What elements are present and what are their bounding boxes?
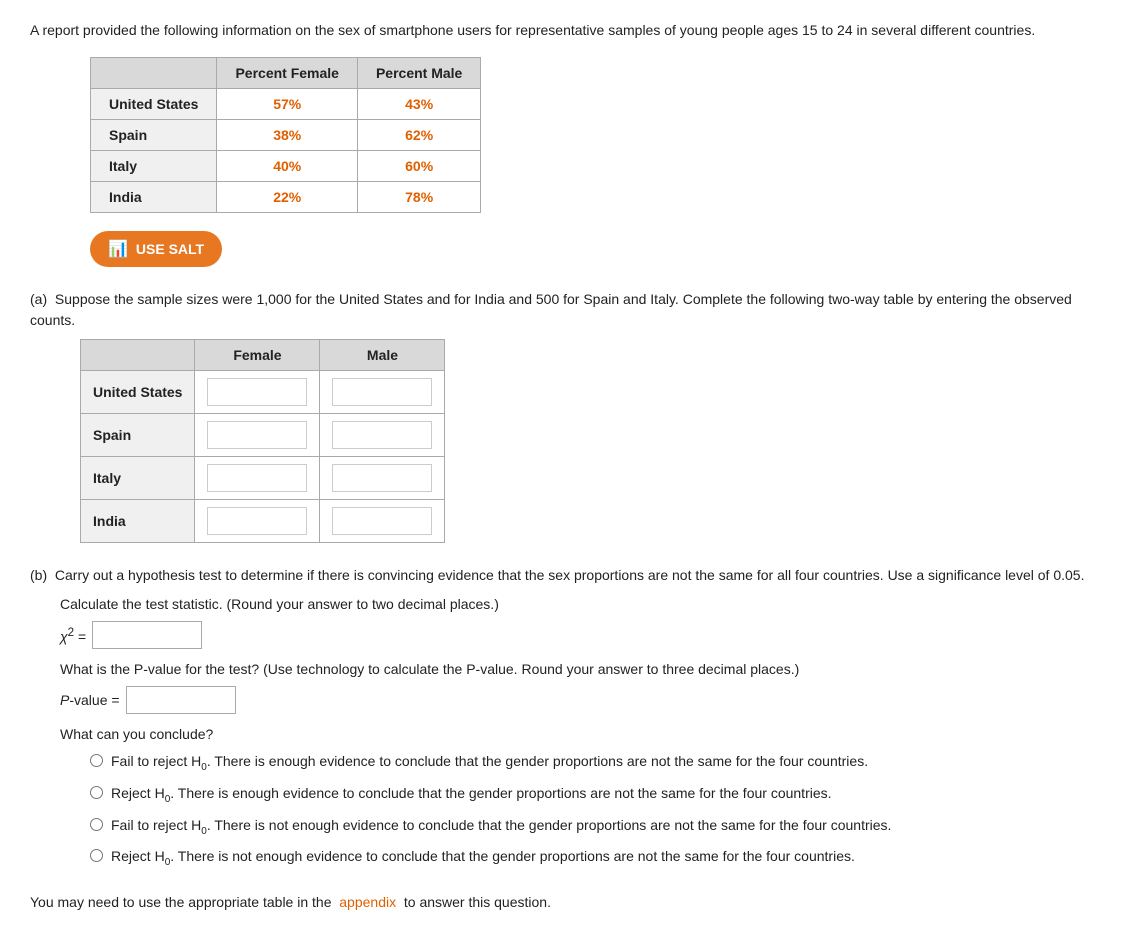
female-input[interactable] <box>207 378 307 406</box>
salt-icon: 📊 <box>108 239 128 259</box>
female-cell: 22% <box>217 182 358 213</box>
twoway-country-cell: Spain <box>81 414 195 457</box>
female-cell: 40% <box>217 151 358 182</box>
female-cell: 57% <box>217 89 358 120</box>
twoway-col-female: Female <box>195 340 320 371</box>
radio-option: Fail to reject H0. There is enough evide… <box>90 751 1091 775</box>
radio-label-3: Reject H0. There is not enough evidence … <box>111 846 855 870</box>
female-input[interactable] <box>207 421 307 449</box>
twoway-male-cell <box>320 500 445 543</box>
male-cell: 60% <box>357 151 480 182</box>
male-cell: 43% <box>357 89 480 120</box>
radio-option: Reject H0. There is not enough evidence … <box>90 846 1091 870</box>
part-b-section: (b) Carry out a hypothesis test to deter… <box>30 565 1091 870</box>
radio-label-1: Reject H0. There is enough evidence to c… <box>111 783 832 807</box>
radio-label-0: Fail to reject H0. There is enough evide… <box>111 751 868 775</box>
country-cell: Spain <box>91 120 217 151</box>
data-table: Percent Female Percent Male United State… <box>90 57 481 213</box>
footer-text: You may need to use the appropriate tabl… <box>30 892 1091 913</box>
chi-label: χ2 = <box>60 626 86 645</box>
col-header-male: Percent Male <box>357 58 480 89</box>
male-input[interactable] <box>332 507 432 535</box>
male-input[interactable] <box>332 464 432 492</box>
twoway-row: Spain <box>81 414 445 457</box>
part-a-label: (a) <box>30 291 47 307</box>
female-input[interactable] <box>207 464 307 492</box>
col-header-female: Percent Female <box>217 58 358 89</box>
male-input[interactable] <box>332 378 432 406</box>
twoway-row: Italy <box>81 457 445 500</box>
footer-text-after: to answer this question. <box>404 894 551 910</box>
pvalue-row: P-value = <box>60 686 1091 714</box>
radio-button-0[interactable] <box>90 754 103 767</box>
use-salt-label: USE SALT <box>136 241 204 257</box>
twoway-col-country <box>81 340 195 371</box>
country-cell: United States <box>91 89 217 120</box>
part-b-content: Calculate the test statistic. (Round you… <box>60 594 1091 870</box>
male-cell: 78% <box>357 182 480 213</box>
twoway-row: United States <box>81 371 445 414</box>
part-b-text: (b) Carry out a hypothesis test to deter… <box>30 565 1091 586</box>
pvalue-input[interactable] <box>126 686 236 714</box>
radio-label-2: Fail to reject H0. There is not enough e… <box>111 815 891 839</box>
radio-button-3[interactable] <box>90 849 103 862</box>
male-cell: 62% <box>357 120 480 151</box>
twoway-male-cell <box>320 457 445 500</box>
appendix-link[interactable]: appendix <box>339 894 396 910</box>
female-input[interactable] <box>207 507 307 535</box>
twoway-female-cell <box>195 371 320 414</box>
part-a-section: (a) Suppose the sample sizes were 1,000 … <box>30 289 1091 543</box>
part-a-instruction: Suppose the sample sizes were 1,000 for … <box>30 291 1072 328</box>
country-cell: India <box>91 182 217 213</box>
twoway-female-cell <box>195 414 320 457</box>
male-input[interactable] <box>332 421 432 449</box>
chi-row: χ2 = <box>60 621 1091 649</box>
twoway-male-cell <box>320 371 445 414</box>
radio-button-1[interactable] <box>90 786 103 799</box>
table-row: United States57%43% <box>91 89 481 120</box>
part-a-text: (a) Suppose the sample sizes were 1,000 … <box>30 289 1091 331</box>
pvalue-label: P-value = <box>60 692 120 708</box>
calc-instruction: Calculate the test statistic. (Round you… <box>60 594 1091 615</box>
use-salt-button[interactable]: 📊 USE SALT <box>90 231 222 267</box>
twoway-female-cell <box>195 500 320 543</box>
twoway-female-cell <box>195 457 320 500</box>
twoway-country-cell: United States <box>81 371 195 414</box>
conclude-label: What can you conclude? <box>60 724 1091 745</box>
part-b-label: (b) <box>30 567 47 583</box>
radio-group: Fail to reject H0. There is enough evide… <box>90 751 1091 870</box>
part-b-instruction: Carry out a hypothesis test to determine… <box>55 567 1085 583</box>
footer-text-before: You may need to use the appropriate tabl… <box>30 894 331 910</box>
twoway-male-cell <box>320 414 445 457</box>
twoway-table: Female Male United StatesSpainItalyIndia <box>80 339 445 543</box>
twoway-country-cell: India <box>81 500 195 543</box>
table-row: India22%78% <box>91 182 481 213</box>
intro-text: A report provided the following informat… <box>30 20 1091 41</box>
radio-option: Reject H0. There is enough evidence to c… <box>90 783 1091 807</box>
table-row: Italy40%60% <box>91 151 481 182</box>
radio-button-2[interactable] <box>90 818 103 831</box>
table-row: Spain38%62% <box>91 120 481 151</box>
chi-input[interactable] <box>92 621 202 649</box>
twoway-row: India <box>81 500 445 543</box>
col-header-country <box>91 58 217 89</box>
female-cell: 38% <box>217 120 358 151</box>
twoway-country-cell: Italy <box>81 457 195 500</box>
pvalue-instruction: What is the P-value for the test? (Use t… <box>60 659 1091 680</box>
country-cell: Italy <box>91 151 217 182</box>
radio-option: Fail to reject H0. There is not enough e… <box>90 815 1091 839</box>
twoway-col-male: Male <box>320 340 445 371</box>
